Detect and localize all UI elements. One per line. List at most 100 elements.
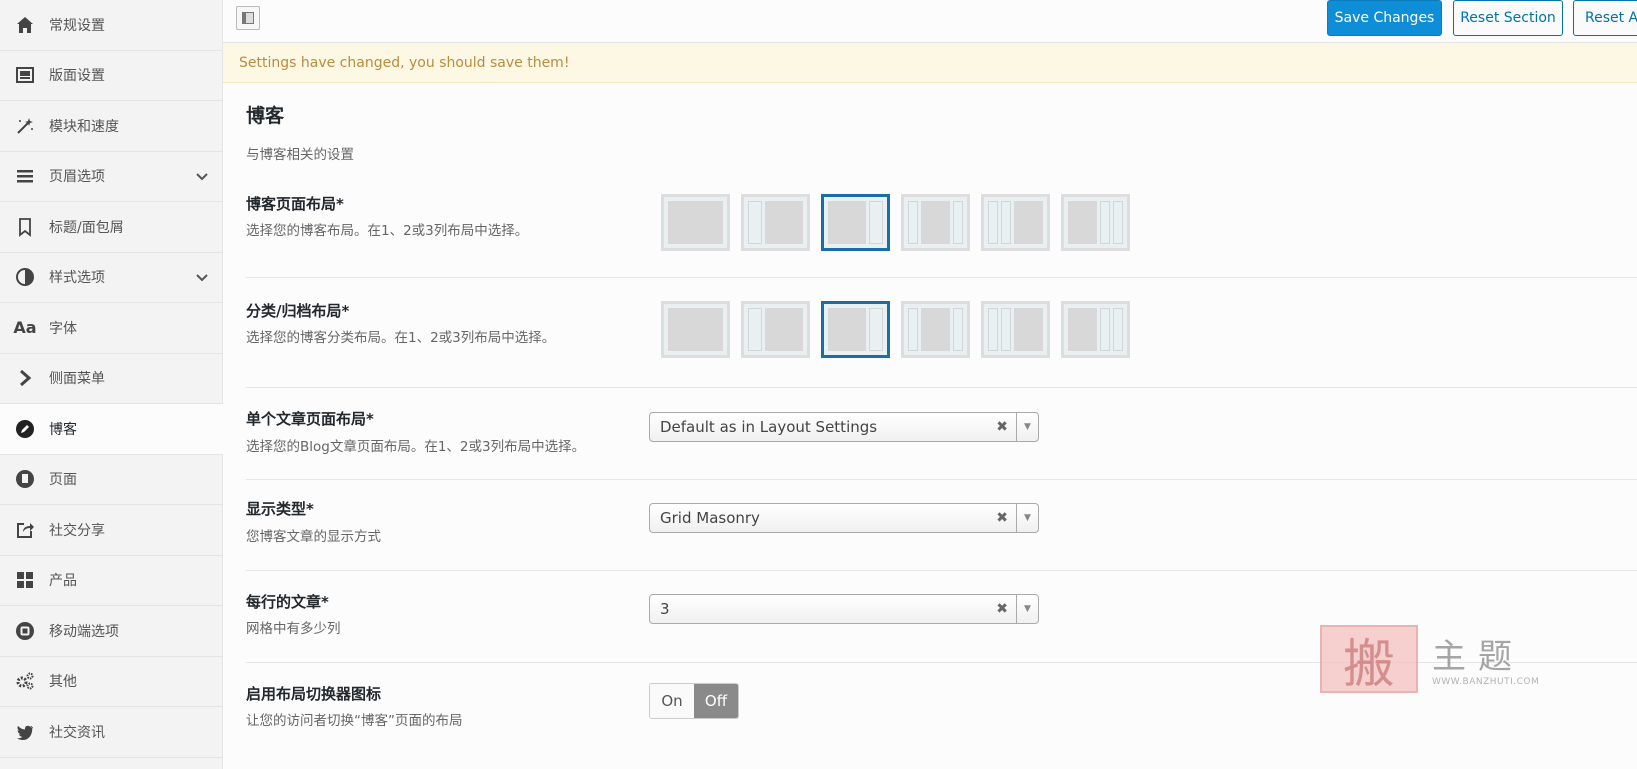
share-icon xyxy=(14,519,36,541)
dropdown-arrow-icon[interactable]: ▼ xyxy=(1016,413,1038,441)
contrast-icon xyxy=(14,266,36,288)
sidebar-item-social-news[interactable]: 社交资讯 xyxy=(0,707,222,758)
field-description: 网格中有多少列 xyxy=(246,621,341,637)
watermark-url: WWW.BANZHUTI.COM xyxy=(1432,677,1540,687)
watermark: 搬 主题 WWW.BANZHUTI.COM xyxy=(1320,625,1550,695)
sidebar-item-title-breadcrumb[interactable]: 标题/面包屑 xyxy=(0,202,222,253)
layout-option-two-left-sidebars[interactable] xyxy=(981,194,1050,251)
sidebar-item-label: 产品 xyxy=(49,573,77,590)
watermark-seal: 搬 xyxy=(1320,625,1418,695)
menu-icon xyxy=(14,165,36,187)
home-icon xyxy=(14,14,36,36)
layout-option-left-sidebar[interactable] xyxy=(741,194,810,251)
sidebar-item-label: 标题/面包屑 xyxy=(49,219,124,236)
clear-icon[interactable]: ✖ xyxy=(996,419,1008,435)
chevron-down-icon[interactable] xyxy=(194,269,210,285)
field-description: 选择您的博客分类布局。在1、2或3列布局中选择。 xyxy=(246,330,556,346)
sidebar-item-general[interactable]: 常规设置 xyxy=(0,0,222,51)
field-archive-layout: 分类/归档布局* 选择您的博客分类布局。在1、2或3列布局中选择。 xyxy=(246,278,1637,388)
field-title: 分类/归档布局* xyxy=(246,302,350,320)
posts-per-row-select[interactable]: 3 ✖ ▼ xyxy=(649,594,1039,624)
cogs-icon xyxy=(14,670,36,692)
sidebar-item-header-options[interactable]: 页眉选项 xyxy=(0,152,222,202)
sidebar-item-label: 常规设置 xyxy=(49,17,105,34)
mobile-icon xyxy=(14,620,36,642)
select-value: Default as in Layout Settings xyxy=(660,418,878,436)
sidebar-item-label: 社交资讯 xyxy=(49,724,105,741)
sidebar-item-social-share[interactable]: 社交分享 xyxy=(0,505,222,556)
sidebar-item-products[interactable]: 产品 xyxy=(0,556,222,606)
field-title: 每行的文章* xyxy=(246,593,329,611)
sidebar-item-label: 移动端选项 xyxy=(49,623,119,640)
section-title: 博客 xyxy=(246,105,285,127)
twitter-icon xyxy=(14,721,36,743)
display-type-select[interactable]: Grid Masonry ✖ ▼ xyxy=(649,503,1039,533)
select-value: Grid Masonry xyxy=(660,509,760,527)
reset-section-button[interactable]: Reset Section xyxy=(1453,0,1563,36)
sidebar-item-other[interactable]: 其他 xyxy=(0,657,222,707)
sidebar-item-label: 社交分享 xyxy=(49,522,105,539)
sidebar-item-layout[interactable]: 版面设置 xyxy=(0,51,222,101)
field-description: 选择您的Blog文章页面布局。在1、2或3列布局中选择。 xyxy=(246,439,586,455)
layout-switcher-toggle[interactable]: On Off xyxy=(649,683,739,719)
sidebar-item-blog[interactable]: 博客 xyxy=(0,404,223,455)
sidebar-item-style-options[interactable]: 样式选项 xyxy=(0,253,222,303)
expand-icon xyxy=(242,12,254,24)
layout-option-both-sidebars[interactable] xyxy=(901,301,970,358)
sidebar-item-label: 侧面菜单 xyxy=(49,371,105,388)
layout-option-two-left-sidebars[interactable] xyxy=(981,301,1050,358)
field-title: 单个文章页面布局* xyxy=(246,410,374,428)
layout-option-right-sidebar[interactable] xyxy=(821,194,890,251)
sidebar-item-label: 模块和速度 xyxy=(49,118,119,135)
clear-icon[interactable]: ✖ xyxy=(996,510,1008,526)
chevron-right-icon xyxy=(14,367,36,389)
sidebar-item-mobile-options[interactable]: 移动端选项 xyxy=(0,606,222,657)
section-description: 与博客相关的设置 xyxy=(246,147,354,163)
sidebar-item-label: 版面设置 xyxy=(49,68,105,85)
field-blog-layout: 博客页面布局* 选择您的博客布局。在1、2或3列布局中选择。 xyxy=(246,175,1637,278)
dropdown-arrow-icon[interactable]: ▼ xyxy=(1016,595,1038,623)
layout-option-full-width[interactable] xyxy=(661,301,730,358)
sidebar-item-label: 其他 xyxy=(49,674,77,691)
field-title: 博客页面布局* xyxy=(246,195,344,213)
field-single-layout: 单个文章页面布局* 选择您的Blog文章页面布局。在1、2或3列布局中选择。 D… xyxy=(246,388,1637,480)
dropdown-arrow-icon[interactable]: ▼ xyxy=(1016,504,1038,532)
field-title: 显示类型* xyxy=(246,500,314,518)
layout-option-two-right-sidebars[interactable] xyxy=(1061,301,1130,358)
field-description: 选择您的博客布局。在1、2或3列布局中选择。 xyxy=(246,223,529,239)
page-icon xyxy=(14,468,36,490)
font-icon: Aa xyxy=(13,318,37,338)
reset-all-button[interactable]: Reset All xyxy=(1573,0,1637,36)
layout-option-full-width[interactable] xyxy=(661,194,730,251)
chevron-down-icon[interactable] xyxy=(194,168,210,184)
sidebar-item-label: 页眉选项 xyxy=(49,169,105,186)
sidebar-item-typography[interactable]: Aa 字体 xyxy=(0,303,222,354)
layout-option-both-sidebars[interactable] xyxy=(901,194,970,251)
save-changes-button[interactable]: Save Changes xyxy=(1327,0,1442,36)
layout-option-right-sidebar[interactable] xyxy=(821,301,890,358)
sidebar-item-label: 页面 xyxy=(49,472,77,489)
layout-icon xyxy=(14,64,36,86)
single-layout-select[interactable]: Default as in Layout Settings ✖ ▼ xyxy=(649,412,1039,442)
edit-icon xyxy=(14,418,36,440)
sidebar-item-modules-speed[interactable]: 模块和速度 xyxy=(0,101,222,152)
sidebar-item-label: 样式选项 xyxy=(49,270,105,287)
layout-option-left-sidebar[interactable] xyxy=(741,301,810,358)
clear-icon[interactable]: ✖ xyxy=(996,601,1008,617)
grid-icon xyxy=(14,569,36,591)
unsaved-changes-notice: Settings have changed, you should save t… xyxy=(223,43,1637,83)
top-toolbar: Save Changes Reset Section Reset All xyxy=(223,0,1637,43)
sidebar-item-label: 字体 xyxy=(49,320,77,337)
sidebar-item-pages[interactable]: 页面 xyxy=(0,455,222,505)
field-description: 让您的访问者切换“博客”页面的布局 xyxy=(246,713,463,729)
magic-wand-icon xyxy=(14,115,36,137)
field-description: 您博客文章的显示方式 xyxy=(246,529,381,545)
toggle-on-option[interactable]: On xyxy=(650,684,694,718)
expand-options-button[interactable] xyxy=(236,6,260,30)
toggle-off-option[interactable]: Off xyxy=(694,684,738,718)
layout-option-two-right-sidebars[interactable] xyxy=(1061,194,1130,251)
sidebar-item-side-menu[interactable]: 侧面菜单 xyxy=(0,354,222,404)
layout-options xyxy=(661,301,1130,358)
sidebar: 常规设置 版面设置 模块和速度 页眉选项 标题/面包屑 样式选项 Aa 字体 侧… xyxy=(0,0,223,769)
select-value: 3 xyxy=(660,600,670,618)
